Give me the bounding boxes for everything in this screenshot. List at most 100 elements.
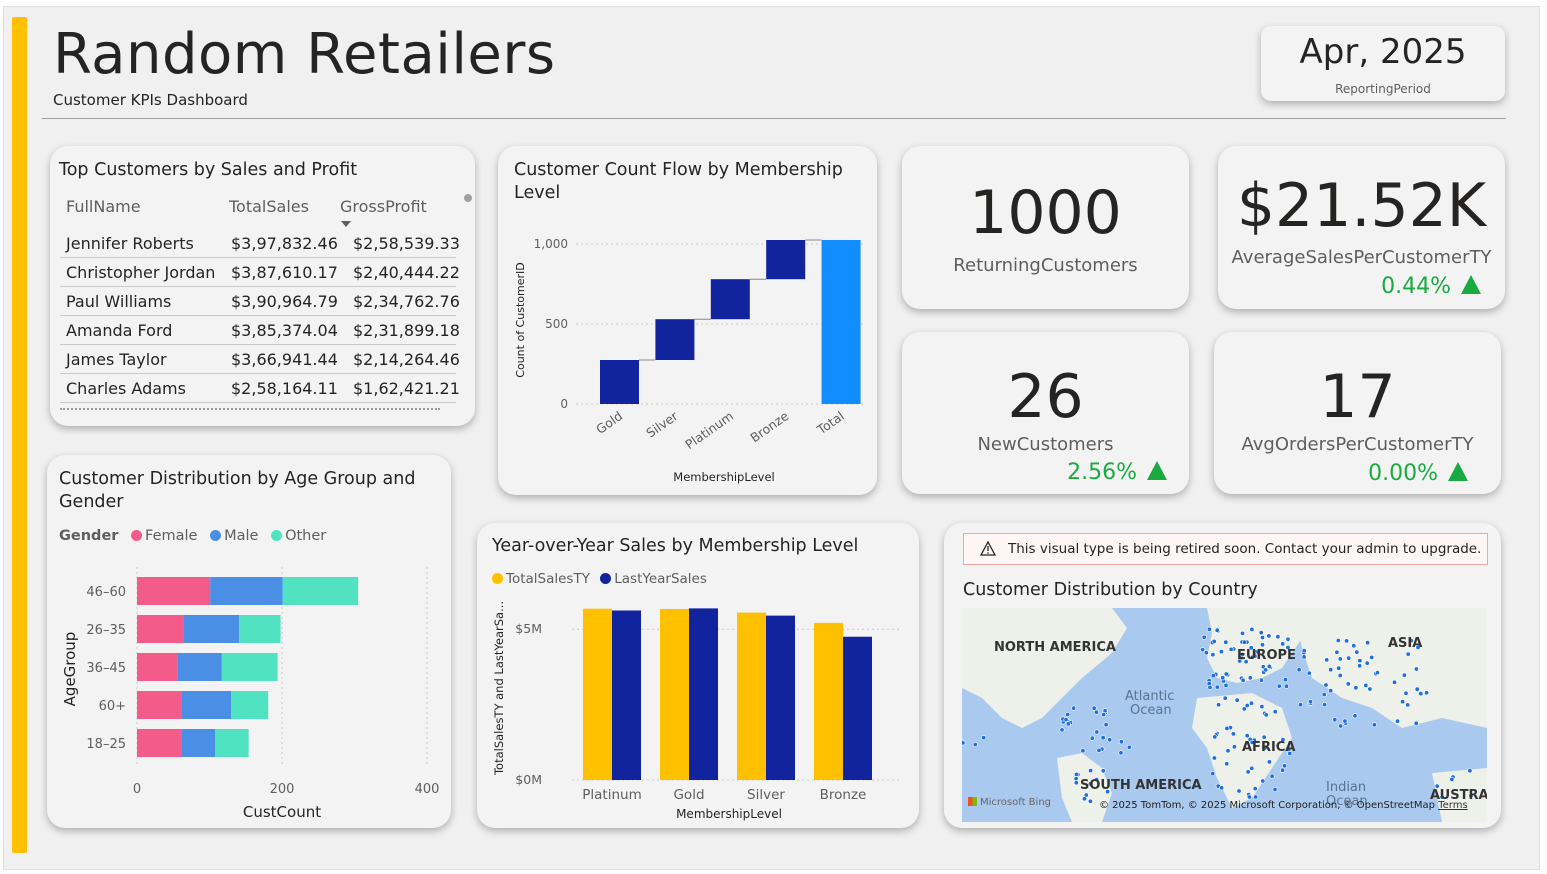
map-location-dot[interactable] bbox=[1211, 755, 1217, 761]
stacked-bar-segment[interactable] bbox=[137, 653, 178, 681]
map-location-dot[interactable] bbox=[1223, 671, 1229, 677]
map-location-dot[interactable] bbox=[1100, 735, 1106, 741]
map-location-dot[interactable] bbox=[1336, 665, 1342, 671]
stacked-bar-segment[interactable] bbox=[177, 653, 222, 681]
sort-descending-icon[interactable] bbox=[340, 220, 352, 228]
map-location-dot[interactable] bbox=[1240, 677, 1246, 683]
map-location-dot[interactable] bbox=[1259, 704, 1265, 710]
map-location-dot[interactable] bbox=[1261, 734, 1267, 740]
map-location-dot[interactable] bbox=[1403, 690, 1409, 696]
map-location-dot[interactable] bbox=[1374, 670, 1380, 676]
map-location-dot[interactable] bbox=[1091, 705, 1097, 711]
map-location-dot[interactable] bbox=[1328, 688, 1334, 694]
map-location-dot[interactable] bbox=[1063, 717, 1069, 723]
map-location-dot[interactable] bbox=[1059, 727, 1065, 733]
map-location-dot[interactable] bbox=[1222, 695, 1228, 701]
stacked-bar-segment[interactable] bbox=[282, 577, 359, 605]
map-location-dot[interactable] bbox=[1352, 713, 1358, 719]
stacked-bar-segment[interactable] bbox=[210, 577, 283, 605]
column-header-grossprofit[interactable]: GrossProfit bbox=[340, 197, 427, 216]
avg-sales-card[interactable]: $21.52K AverageSalesPerCustomerTY 0.44% bbox=[1218, 146, 1505, 309]
map-location-dot[interactable] bbox=[1073, 780, 1079, 786]
map-location-dot[interactable] bbox=[1280, 767, 1286, 773]
map-location-dot[interactable] bbox=[1418, 691, 1424, 697]
reporting-period-card[interactable]: Apr, 2025 ReportingPeriod bbox=[1261, 26, 1505, 101]
stacked-bar-segment[interactable] bbox=[239, 615, 281, 643]
map-location-dot[interactable] bbox=[1275, 634, 1281, 640]
map-location-dot[interactable] bbox=[1211, 638, 1217, 644]
map-location-dot[interactable] bbox=[1424, 690, 1430, 696]
map-location-dot[interactable] bbox=[1200, 647, 1206, 653]
map-location-dot[interactable] bbox=[1367, 686, 1373, 692]
table-row[interactable]: Jennifer Roberts $3,97,832.46 $2,58,539.33 bbox=[60, 229, 460, 258]
map-location-dot[interactable] bbox=[1323, 682, 1329, 688]
customer-flow-chart[interactable]: 0 500 1,000 Count of CustomerID MembershipLe… bbox=[498, 146, 877, 495]
map-location-dot[interactable] bbox=[1212, 734, 1218, 740]
waterfall-bar[interactable] bbox=[766, 240, 806, 280]
map-location-dot[interactable] bbox=[1301, 648, 1307, 654]
map-location-dot[interactable] bbox=[1249, 626, 1255, 632]
yoy-sales-chart-card[interactable]: Year-over-Year Sales by Membership Level… bbox=[477, 523, 919, 828]
map-location-dot[interactable] bbox=[1201, 634, 1207, 640]
map-location-dot[interactable] bbox=[1338, 723, 1344, 729]
grouped-bar[interactable] bbox=[612, 610, 641, 780]
stacked-bar-segment[interactable] bbox=[221, 653, 278, 681]
map-location-dot[interactable] bbox=[1094, 729, 1100, 735]
map-location-dot[interactable] bbox=[1241, 639, 1247, 645]
map-location-dot[interactable] bbox=[1258, 630, 1264, 636]
grouped-bar[interactable] bbox=[843, 636, 872, 780]
map-location-dot[interactable] bbox=[1272, 709, 1278, 715]
stacked-bar-segment[interactable] bbox=[137, 577, 211, 605]
map-location-dot[interactable] bbox=[1248, 700, 1254, 706]
map-location-dot[interactable] bbox=[962, 740, 966, 746]
returning-customers-card[interactable]: 1000 ReturningCustomers bbox=[902, 146, 1189, 309]
map-location-dot[interactable] bbox=[1224, 725, 1230, 731]
table-row[interactable]: Amanda Ford $3,85,374.04 $2,31,899.18 bbox=[60, 316, 460, 345]
map-location-dot[interactable] bbox=[1391, 679, 1397, 685]
map-location-dot[interactable] bbox=[1231, 744, 1237, 750]
table-row[interactable]: Charles Adams $2,58,164.11 $1,62,421.21 bbox=[60, 374, 460, 403]
map-location-dot[interactable] bbox=[1263, 667, 1269, 673]
map-location-dot[interactable] bbox=[1216, 702, 1222, 708]
table-row[interactable]: Christopher Jordan $3,87,610.17 $2,40,444.… bbox=[60, 258, 460, 287]
map-location-dot[interactable] bbox=[972, 742, 978, 748]
map-location-dot[interactable] bbox=[1253, 794, 1259, 800]
map-location-dot[interactable] bbox=[1283, 683, 1289, 689]
map-location-dot[interactable] bbox=[1357, 658, 1363, 664]
stacked-bar-segment[interactable] bbox=[215, 729, 249, 757]
map-location-dot[interactable] bbox=[1244, 703, 1250, 709]
map-location-dot[interactable] bbox=[1280, 641, 1286, 647]
map-location-dot[interactable] bbox=[1285, 636, 1291, 642]
map-location-dot[interactable] bbox=[1337, 656, 1343, 662]
map-location-dot[interactable] bbox=[1322, 702, 1328, 708]
stacked-bar-segment[interactable] bbox=[181, 691, 232, 719]
map-location-dot[interactable] bbox=[1230, 731, 1236, 737]
map-location-dot[interactable] bbox=[1266, 633, 1272, 639]
map-location-dot[interactable] bbox=[1297, 702, 1303, 708]
map-location-dot[interactable] bbox=[1083, 792, 1089, 798]
map-location-dot[interactable] bbox=[1307, 699, 1313, 705]
map-location-dot[interactable] bbox=[1272, 787, 1278, 793]
map-location-dot[interactable] bbox=[1258, 677, 1264, 683]
map-location-dot[interactable] bbox=[1346, 655, 1352, 661]
map-location-dot[interactable] bbox=[1203, 650, 1209, 656]
new-customers-card[interactable]: 26 NewCustomers 2.56% bbox=[902, 332, 1189, 494]
map-location-dot[interactable] bbox=[1282, 677, 1288, 683]
map-location-dot[interactable] bbox=[1276, 683, 1282, 689]
map-location-dot[interactable] bbox=[1071, 705, 1077, 711]
map-location-dot[interactable] bbox=[1089, 735, 1095, 741]
map-location-dot[interactable] bbox=[1224, 761, 1230, 767]
map-location-dot[interactable] bbox=[1405, 702, 1411, 708]
map-location-dot[interactable] bbox=[1219, 785, 1225, 791]
map-location-dot[interactable] bbox=[1107, 737, 1113, 743]
map-location-dot[interactable] bbox=[1245, 769, 1251, 775]
map-location-dot[interactable] bbox=[1301, 654, 1307, 660]
map-location-dot[interactable] bbox=[1210, 673, 1216, 679]
map-location-dot[interactable] bbox=[1324, 657, 1330, 663]
map-location-dot[interactable] bbox=[1244, 733, 1250, 739]
waterfall-bar[interactable] bbox=[821, 240, 861, 404]
map-location-dot[interactable] bbox=[1467, 768, 1473, 774]
map-location-dot[interactable] bbox=[1263, 712, 1269, 718]
map-location-dot[interactable] bbox=[1266, 759, 1272, 765]
map-location-dot[interactable] bbox=[1328, 667, 1334, 673]
